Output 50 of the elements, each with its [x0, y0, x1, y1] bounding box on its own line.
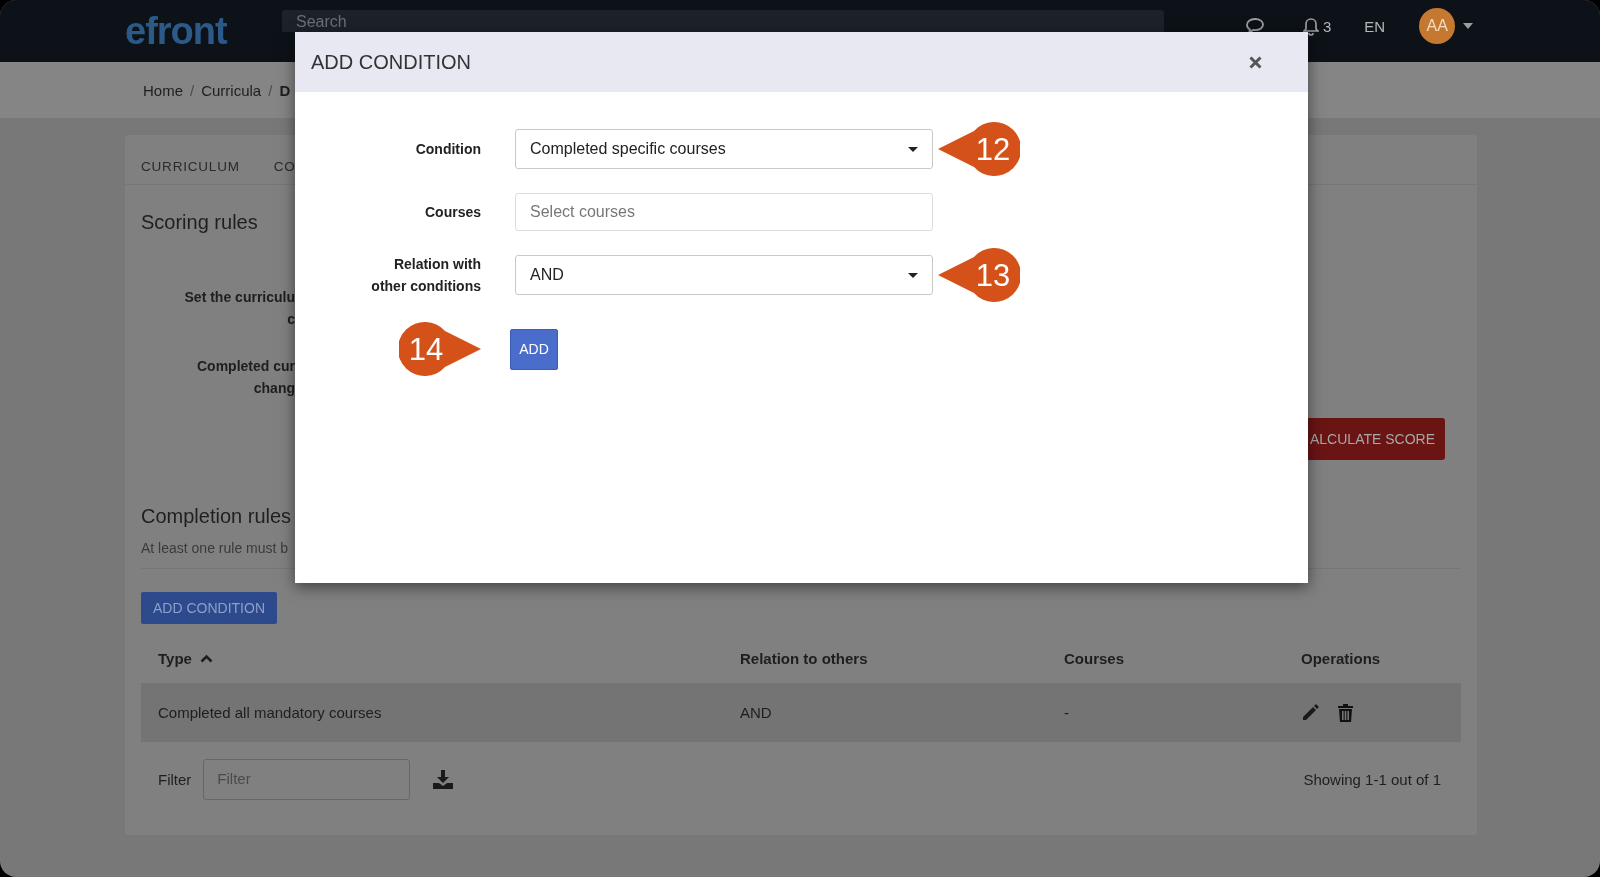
caret-icon[interactable] [908, 146, 918, 152]
add-button[interactable]: ADD [510, 328, 558, 370]
search-field[interactable]: Search [282, 10, 1164, 32]
breadcrumb-separator: / [190, 81, 195, 99]
breadcrumb-separator: / [268, 81, 273, 99]
logo[interactable]: efront [125, 9, 282, 53]
dropdown[interactable]: Completed specific courses [515, 129, 933, 169]
field-label: Set the curriculu c [183, 288, 295, 329]
dialog-title: ADD CONDITION [311, 50, 471, 74]
table-cell: Completed all mandatory courses [158, 704, 382, 721]
dropdown-value: Completed specific courses [530, 140, 726, 158]
callout-marker: 13 [938, 248, 1020, 302]
table-cell: AND [740, 704, 772, 721]
chat-icon[interactable] [1245, 18, 1265, 34]
add-condition-button[interactable]: ADD CONDITION [141, 592, 277, 624]
section-title: Completion rules [141, 505, 293, 528]
user-avatar[interactable]: AA [1419, 8, 1456, 44]
download-icon[interactable] [433, 770, 454, 789]
section-title: Scoring rules [141, 211, 259, 234]
column-header[interactable]: Operations [1301, 650, 1381, 667]
tab[interactable]: CO [273, 159, 296, 174]
input-field[interactable]: Select courses [515, 193, 933, 231]
pagination-summary: Showing 1-1 out of 1 [1303, 771, 1441, 788]
breadcrumb-link[interactable]: D [279, 81, 291, 99]
notification-count: 3 [1323, 17, 1332, 35]
dropdown-value: AND [530, 266, 564, 284]
field-label: Courses [423, 203, 481, 222]
field-label: Condition [414, 140, 481, 159]
tab[interactable]: CURRICULUM [141, 159, 240, 174]
field-label: Completed cur chang [196, 357, 295, 398]
column-header[interactable]: Courses [1064, 650, 1125, 667]
column-header[interactable]: Relation to others [740, 650, 868, 667]
bell-icon[interactable] [1303, 16, 1319, 36]
caret-icon[interactable] [1463, 23, 1474, 29]
sort-up-icon[interactable] [199, 654, 213, 663]
caret-icon[interactable] [908, 272, 918, 278]
field-label: Relation with other conditions [370, 255, 481, 296]
section-note: At least one rule must b [141, 540, 290, 556]
breadcrumb-link[interactable]: Home [143, 81, 183, 99]
pencil-icon[interactable] [1301, 703, 1320, 722]
callout-marker: 12 [938, 122, 1020, 176]
close-button[interactable] [1249, 55, 1262, 69]
breadcrumb-link[interactable]: Curricula [201, 81, 262, 99]
column-header[interactable]: Type [158, 650, 192, 667]
language-selector[interactable]: EN [1364, 17, 1386, 35]
trash-icon[interactable] [1338, 703, 1353, 722]
table-cell: - [1064, 704, 1069, 721]
callout-marker: 14 [399, 322, 481, 376]
filter-label: Filter [157, 771, 192, 788]
dropdown[interactable]: AND [515, 255, 933, 295]
